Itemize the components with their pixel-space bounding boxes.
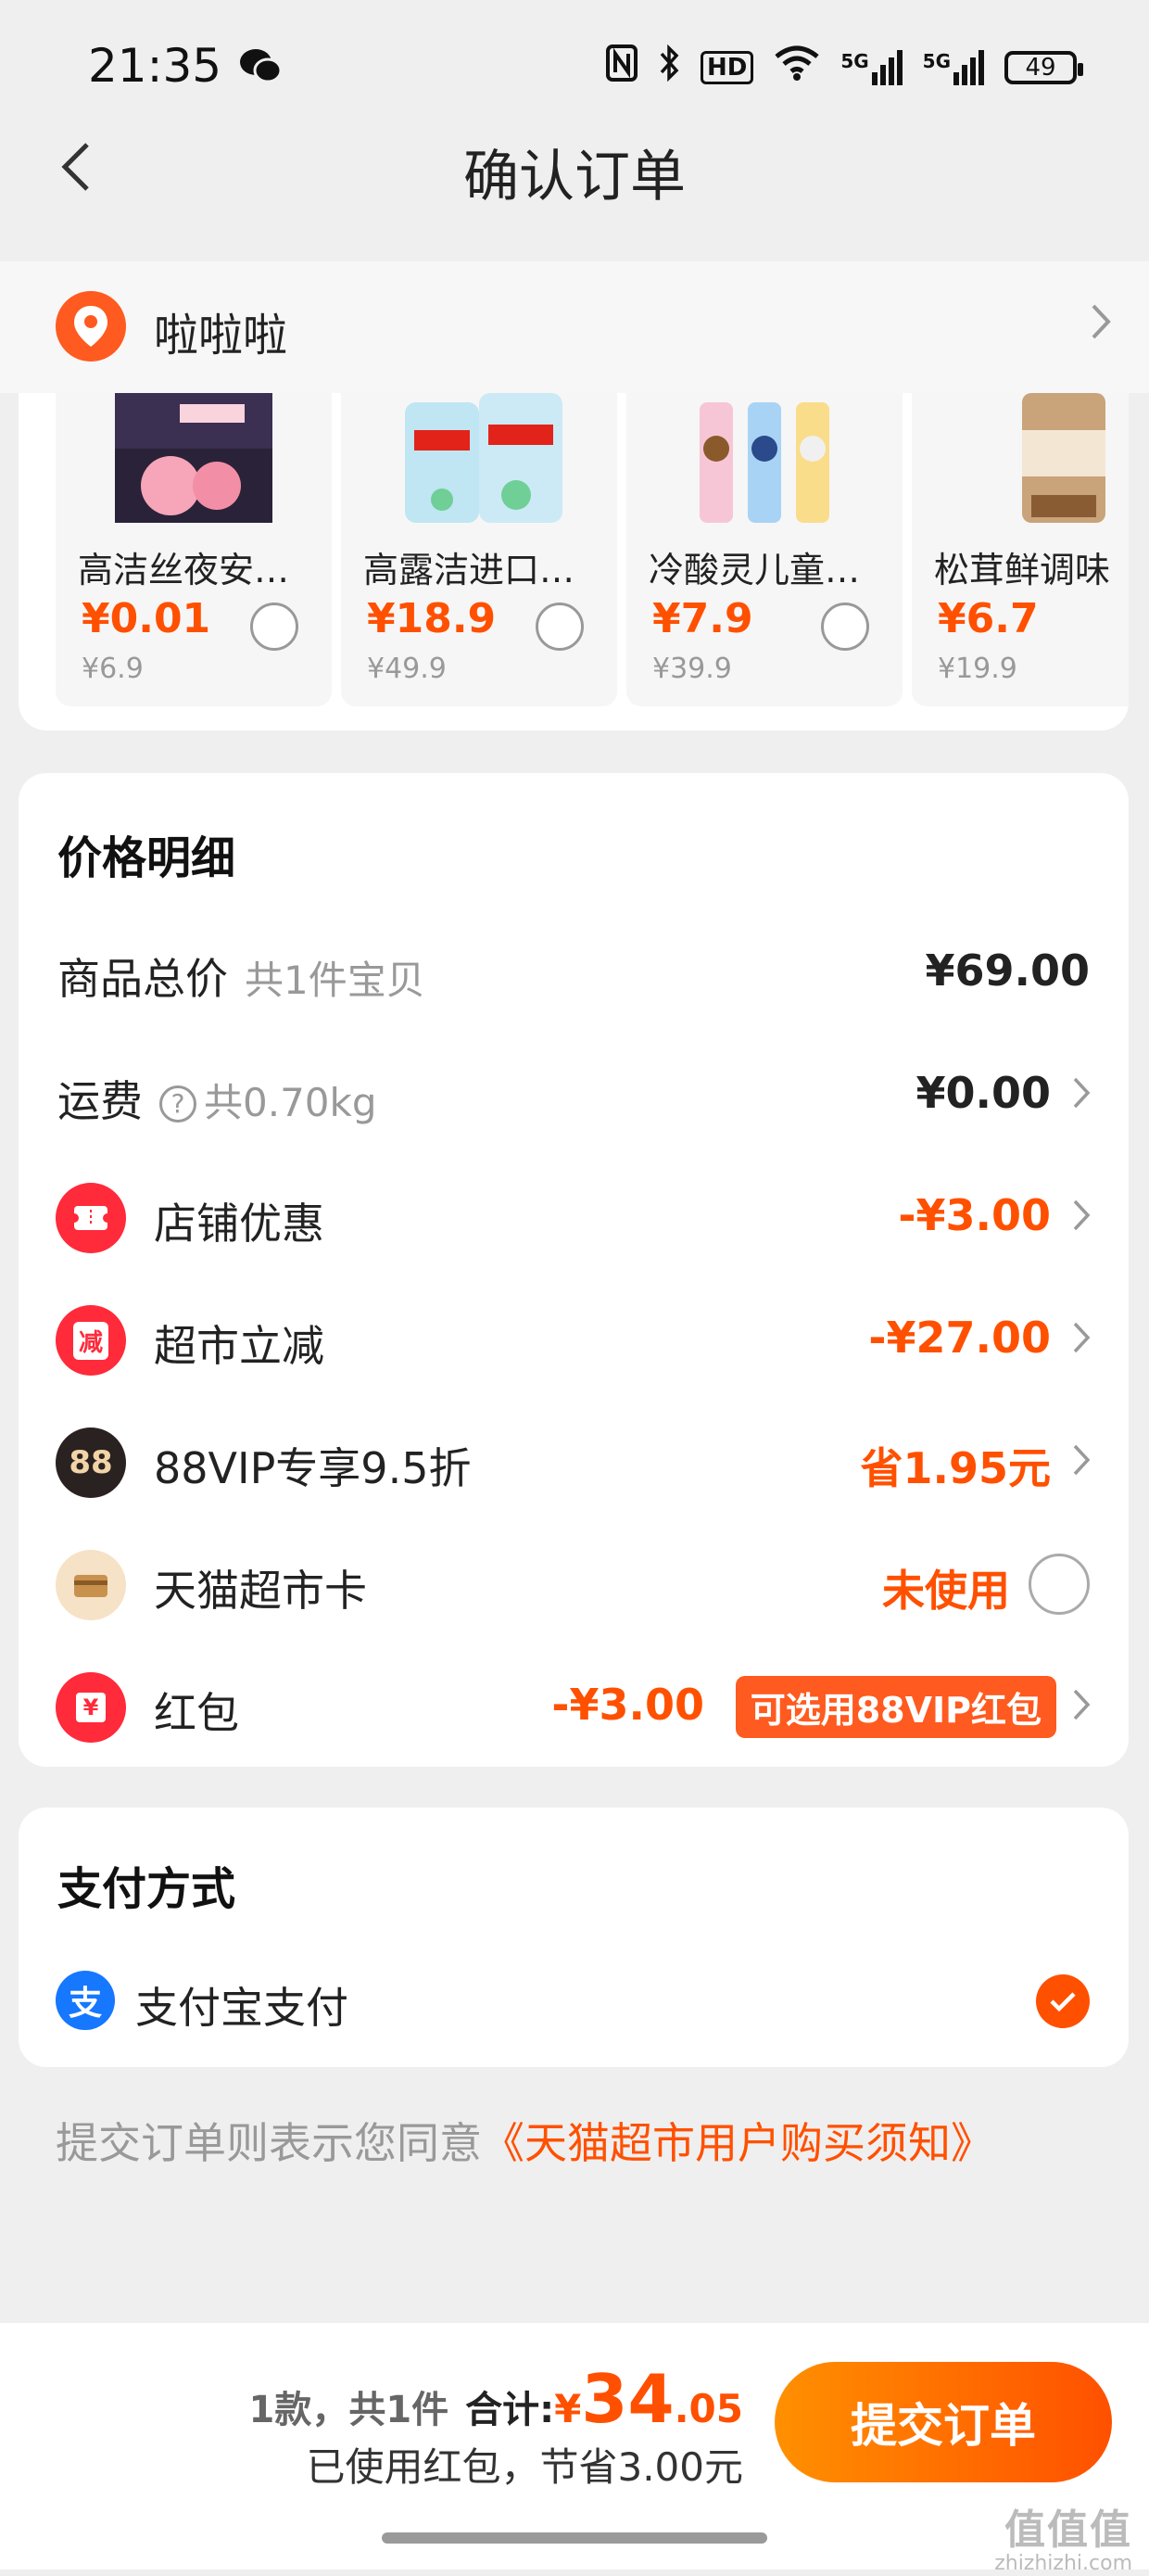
product-name: 冷酸灵儿童牙... [649,550,891,590]
market-cut-value: -¥27.00 [868,1313,1051,1363]
chevron-right-icon [1071,1442,1092,1481]
coupon-icon [56,1183,126,1253]
shipping-row[interactable]: 运费? 共0.70kg ¥0.00 [19,1044,1129,1146]
chevron-right-icon [1071,1198,1092,1237]
total-amount-dec: .05 [674,2386,743,2431]
product-image [341,393,617,532]
battery-icon: 49 [1004,50,1083,84]
payment-title: 支付方式 [57,1863,236,1915]
product-original-price: ¥19.9 [938,653,1017,685]
product-price: ¥0.01 [82,595,211,642]
vip-red-packet-badge[interactable]: 可选用88VIP红包 [735,1676,1056,1738]
signal-icon-2: 5G [923,49,984,85]
market-cut-label: 超市立减 [154,1321,324,1371]
chevron-right-icon [1071,1320,1092,1359]
product-name: 松茸鲜调味 [934,550,1111,590]
chevron-right-icon [1071,1687,1092,1726]
product-original-price: ¥39.9 [652,653,732,685]
address-bar[interactable]: 啦啦啦 [0,261,1149,393]
product-name: 高露洁进口抑... [363,550,606,590]
price-detail-title: 价格明细 [57,832,236,884]
product-image [912,393,1129,532]
help-icon[interactable]: ? [159,1085,196,1123]
location-pin-icon [56,291,126,362]
price-detail-card: 价格明细 商品总价 共1件宝贝 ¥69.00 运费? 共0.70kg ¥0.00 店… [19,773,1129,1767]
goods-total-label: 商品总价 共1件宝贝 [57,954,425,1004]
total-label: 合计: [465,2389,555,2431]
status-time: 21:35 [88,39,222,93]
goods-total-value: ¥69.00 [925,945,1090,996]
product-image [56,393,332,532]
product-card[interactable]: 松茸鲜调味 ¥6.7 ¥19.9 [912,393,1129,706]
agreement-link[interactable]: 《天猫超市用户购买须知》 [482,2118,993,2168]
product-select-radio[interactable] [250,603,298,651]
product-card[interactable]: 高洁丝夜安裤... ¥0.01 ¥6.9 [56,393,332,706]
product-price: ¥6.7 [938,595,1039,642]
saving-text: 已使用红包，节省3.00元 [306,2444,743,2490]
total-currency: ¥ [554,2386,582,2431]
order-summary: 1款，共1件 合计:¥34.05 [248,2360,743,2438]
nfc-icon [605,44,638,90]
product-price: ¥7.9 [652,595,753,642]
address-name: 啦啦啦 [154,310,288,362]
shipping-weight: 共0.70kg [204,1080,377,1125]
market-cut-row[interactable]: 减 超市立减 -¥27.00 [19,1288,1129,1390]
product-image [626,393,903,532]
agreement-text: 提交订单则表示您同意《天猫超市用户购买须知》 [56,2118,993,2168]
vip-discount-label: 88VIP专享9.5折 [154,1443,472,1493]
shipping-label: 运费? 共0.70kg [57,1076,377,1126]
store-discount-value: -¥3.00 [898,1190,1051,1240]
product-name: 高洁丝夜安裤... [78,550,321,590]
product-card[interactable]: 冷酸灵儿童牙... ¥7.9 ¥39.9 [626,393,903,706]
red-packet-value: -¥3.00 [551,1680,704,1730]
market-card-label: 天猫超市卡 [154,1566,367,1616]
product-card[interactable]: 高露洁进口抑... ¥18.9 ¥49.9 [341,393,617,706]
product-select-radio[interactable] [536,603,584,651]
item-count: 1款，共1件 [248,2389,449,2431]
goods-count: 共1件宝贝 [245,958,425,1003]
red-packet-icon: ¥ [56,1672,126,1743]
watermark: 值值值 zhizhizhi.com [994,2506,1132,2576]
market-card-row[interactable]: 天猫超市卡 未使用 [19,1533,1129,1635]
product-price: ¥18.9 [367,595,497,642]
page-title: 确认订单 [463,145,686,209]
chevron-right-icon [1071,1075,1092,1114]
submit-order-button[interactable]: 提交订单 [775,2362,1112,2482]
chevron-right-icon [1086,298,1114,349]
vip-discount-row[interactable]: 88 88VIP专享9.5折 省1.95元 [19,1411,1129,1513]
shipping-value: ¥0.00 [915,1068,1051,1118]
goods-total-row: 商品总价 共1件宝贝 ¥69.00 [19,921,1129,1023]
alipay-icon: 支 [56,1971,115,2030]
red-packet-label: 红包 [154,1688,239,1738]
market-card-status: 未使用 [882,1566,1010,1616]
payment-card: 支付方式 支 支付宝支付 [19,1808,1129,2067]
product-original-price: ¥49.9 [367,653,447,685]
bluetooth-icon [658,44,680,90]
status-bar: 21:35 HD 5G 5G 49 [0,0,1149,139]
check-icon[interactable] [1036,1974,1090,2028]
card-icon [56,1550,126,1620]
product-recommendations: 高洁丝夜安裤... ¥0.01 ¥6.9 高露洁进口抑... ¥18.9 ¥49… [19,393,1129,730]
red-packet-row[interactable]: ¥ 红包 -¥3.00 可选用88VIP红包 [19,1656,1129,1758]
store-discount-label: 店铺优惠 [154,1199,324,1249]
payment-method-label[interactable]: 支付宝支付 [135,1974,348,2036]
status-icons: HD 5G 5G 49 [605,44,1083,90]
product-original-price: ¥6.9 [82,653,144,685]
discount-icon: 减 [56,1305,126,1376]
product-select-radio[interactable] [821,603,869,651]
total-amount-int: 34 [581,2360,675,2438]
market-card-radio[interactable] [1029,1554,1090,1615]
wifi-icon [774,45,820,89]
vip-discount-value: 省1.95元 [860,1443,1052,1493]
hd-icon: HD [700,50,754,84]
signal-icon-1: 5G [840,49,903,85]
store-discount-row[interactable]: 店铺优惠 -¥3.00 [19,1166,1129,1268]
vip-88-icon: 88 [56,1428,126,1498]
home-indicator[interactable] [382,2532,767,2544]
wechat-icon [239,48,283,87]
